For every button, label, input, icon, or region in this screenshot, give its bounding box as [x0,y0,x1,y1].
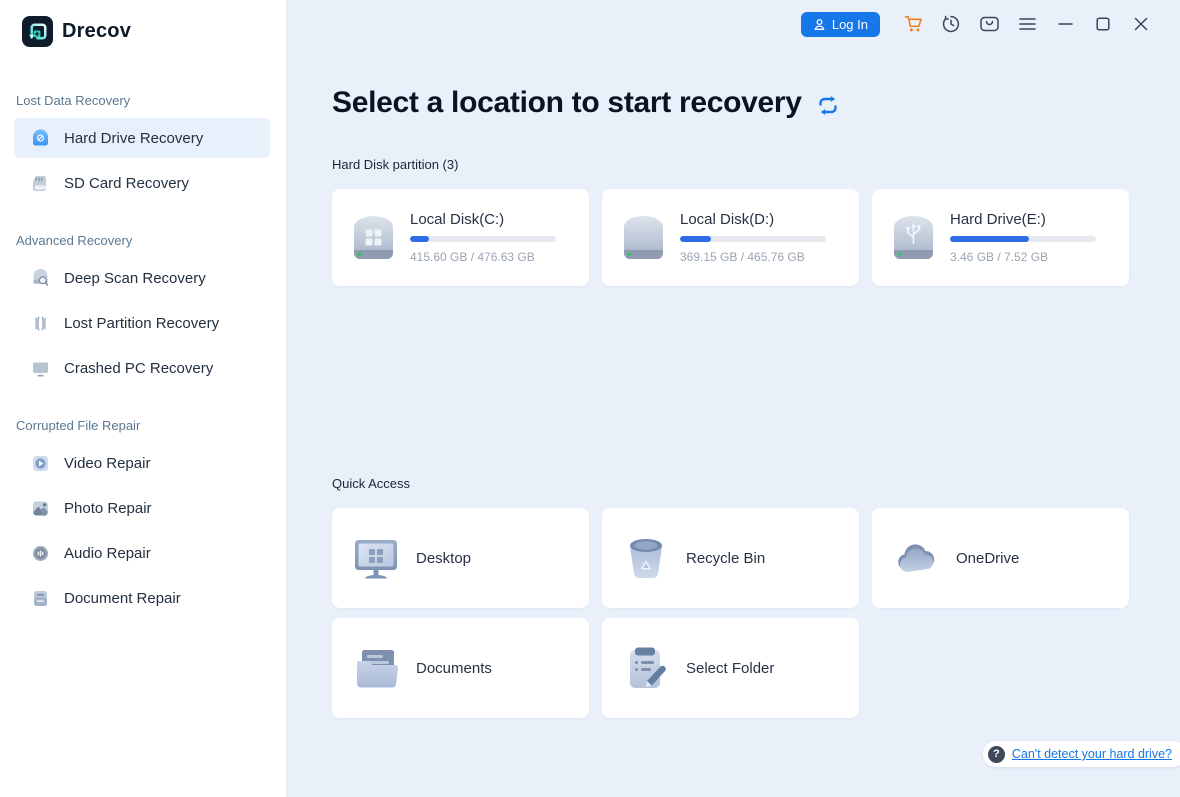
partition-section-label: Hard Disk partition (3) [332,157,459,172]
login-label: Log In [831,16,868,32]
sidebar-item-sd-card-recovery[interactable]: SD Card Recovery [14,163,270,203]
sidebar-item-lost-partition-recovery[interactable]: Lost Partition Recovery [14,303,270,343]
video-icon [30,453,51,474]
documents-icon [357,650,398,688]
app-logo: Drecov [0,16,286,47]
quick-access-documents[interactable]: Documents [332,618,589,718]
sidebar-section-corrupted-file-repair: Corrupted File Repair Video Repair Photo… [0,418,286,618]
drive-size: 369.15 GB / 465.76 GB [680,250,805,264]
sidebar-section-advanced-recovery: Advanced Recovery Deep Scan Recovery Los… [0,233,286,388]
drive-name: Hard Drive(E:) [950,211,1046,228]
audio-icon [30,543,51,564]
drive-icon [624,215,663,259]
sidebar-item-label: Deep Scan Recovery [64,269,206,287]
sidebar-item-label: Crashed PC Recovery [64,359,214,377]
quick-access-recycle-bin[interactable]: Recycle Bin [602,508,859,608]
minimize-icon[interactable] [1046,9,1084,39]
partition-icon [30,313,51,334]
cart-icon[interactable] [894,9,932,39]
hard-drive-icon [30,128,51,149]
menu-icon[interactable] [1008,9,1046,39]
login-button[interactable]: Log In [800,11,880,37]
quick-access-label: Desktop [416,549,472,567]
sidebar-item-crashed-pc-recovery[interactable]: Crashed PC Recovery [14,348,270,388]
drive-size: 3.46 GB / 7.52 GB [950,250,1049,264]
drive-size: 415.60 GB / 476.63 GB [410,250,535,264]
close-icon[interactable] [1122,9,1160,39]
help-pill[interactable]: ? Can't detect your hard drive? [982,741,1180,767]
drive-name: Local Disk(C:) [410,211,505,228]
onedrive-icon [898,544,935,572]
quick-access-desktop[interactable]: Desktop [332,508,589,608]
document-icon [30,588,51,609]
quick-access-grid: Desktop Recycle Bin OneDrive Documents S… [332,508,1180,718]
app-name: Drecov [62,20,132,42]
photo-icon [30,498,51,519]
messages-icon[interactable] [970,9,1008,39]
sidebar-item-label: Hard Drive Recovery [64,129,204,147]
drive-grid: Local Disk(C:) 415.60 GB / 476.63 GB Loc… [332,189,1180,286]
sidebar-item-label: Document Repair [64,589,181,607]
select-folder-icon [630,647,666,688]
drive-usage-bar [680,236,826,242]
drecov-logo-icon [22,16,53,47]
sidebar: Drecov Lost Data Recovery Hard Drive Rec… [0,0,287,797]
drive-card-d[interactable]: Local Disk(D:) 369.15 GB / 465.76 GB [602,189,859,286]
section-label: Advanced Recovery [16,233,133,248]
refresh-icon[interactable] [816,95,840,116]
sidebar-item-photo-repair[interactable]: Photo Repair [14,488,270,528]
quick-access-label: Quick Access [332,476,411,491]
drive-name: Local Disk(D:) [680,211,775,228]
deep-scan-icon [30,268,51,289]
quick-access-label: Select Folder [686,659,775,677]
drive-usage-bar [950,236,1096,242]
page-title: Select a location to start recovery [332,86,802,119]
sidebar-item-document-repair[interactable]: Document Repair [14,578,270,618]
help-link[interactable]: Can't detect your hard drive? [1012,747,1172,761]
quick-access-label: Documents [416,659,492,677]
sidebar-item-label: Lost Partition Recovery [64,314,220,332]
content: Select a location to start recovery Hard… [287,86,1180,718]
topbar: Log In [287,0,1180,48]
sidebar-item-label: Audio Repair [64,544,151,562]
sidebar-section-lost-data-recovery: Lost Data Recovery Hard Drive Recovery S… [0,93,286,203]
crashed-pc-icon [30,358,51,379]
sidebar-item-deep-scan-recovery[interactable]: Deep Scan Recovery [14,258,270,298]
drive-card-c[interactable]: Local Disk(C:) 415.60 GB / 476.63 GB [332,189,589,286]
quick-access-label: OneDrive [956,549,1020,567]
section-label: Lost Data Recovery [16,93,131,108]
history-clock-icon[interactable] [932,9,970,39]
sidebar-item-label: Photo Repair [64,499,152,517]
maximize-icon[interactable] [1084,9,1122,39]
recycle-bin-icon [630,539,662,579]
question-icon: ? [987,745,1005,763]
usb-drive-icon [894,215,933,259]
desktop-icon [355,540,397,579]
drive-usage-bar [410,236,556,242]
main-area: Log In Select a location to start recove… [287,0,1180,797]
sidebar-item-hard-drive-recovery[interactable]: Hard Drive Recovery [14,118,270,158]
sd-card-icon [30,173,51,194]
windows-drive-icon [354,215,393,259]
sidebar-item-label: Video Repair [64,454,151,472]
quick-access-onedrive[interactable]: OneDrive [872,508,1129,608]
quick-access-label: Recycle Bin [686,549,766,567]
sidebar-item-video-repair[interactable]: Video Repair [14,443,270,483]
quick-access-select-folder[interactable]: Select Folder [602,618,859,718]
section-label: Corrupted File Repair [16,418,141,433]
user-icon [814,18,825,30]
sidebar-item-audio-repair[interactable]: Audio Repair [14,533,270,573]
sidebar-item-label: SD Card Recovery [64,174,190,192]
drive-card-e[interactable]: Hard Drive(E:) 3.46 GB / 7.52 GB [872,189,1129,286]
